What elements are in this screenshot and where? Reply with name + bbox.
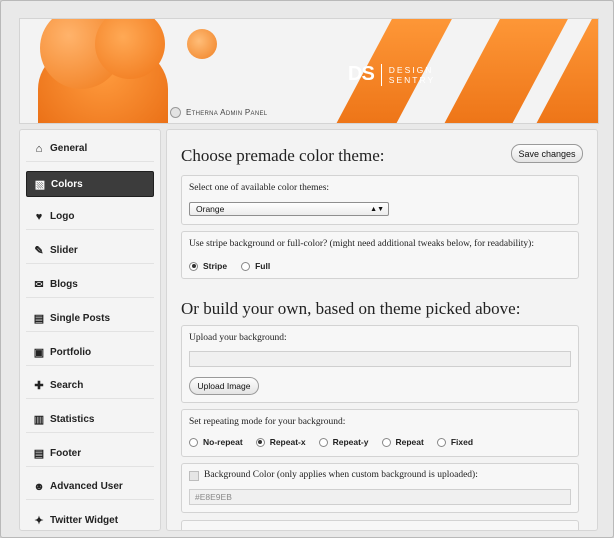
page-title: Choose premade color theme: — [181, 146, 385, 165]
save-changes-button[interactable]: Save changes — [511, 144, 583, 163]
sidebar-item-label: Footer — [50, 448, 82, 459]
sidebar-item-footer[interactable]: ▤ Footer — [26, 441, 154, 467]
repeat-mode-box: Set repeating mode for your background: … — [181, 409, 579, 457]
stripe-choice-label: Use stripe background or full-color? (mi… — [189, 239, 534, 249]
user-icon: ☻ — [33, 480, 45, 493]
sidebar-item-label: Blogs — [50, 279, 78, 290]
image-icon: ▧ — [34, 178, 46, 191]
build-own-title: Or build your own, based on theme picked… — [181, 299, 521, 318]
circle-icon — [170, 107, 181, 118]
header-banner: DS DESIGN SENTRY Etherna Admin Panel — [19, 18, 599, 124]
background-color-field[interactable]: #E8E9EB — [189, 489, 571, 505]
fixed-option[interactable]: Fixed — [436, 437, 474, 447]
radio-button[interactable] — [189, 437, 198, 447]
sidebar-item-search[interactable]: ✚ Search — [26, 373, 154, 399]
sidebar-item-blogs[interactable]: ✉ Blogs — [26, 272, 154, 298]
full-option-label: Full — [255, 261, 271, 271]
main-panel: Choose premade color theme: Save changes… — [166, 129, 598, 531]
theme-select[interactable]: Orange ▲▼ — [189, 202, 389, 216]
stripe-option[interactable]: Stripe — [189, 261, 227, 271]
repeat-x-label: Repeat-x — [269, 437, 306, 447]
no-repeat-label: No-repeat — [203, 437, 243, 447]
heart-icon: ♥ — [35, 210, 43, 223]
repeat-label: Repeat — [395, 437, 424, 447]
repeat-y-label: Repeat-y — [332, 437, 369, 447]
sidebar-item-twitter-widget[interactable]: ✦ Twitter Widget — [26, 508, 154, 530]
document-icon: ▤ — [33, 448, 45, 460]
theme-select-label: Select one of available color themes: — [189, 183, 330, 193]
sidebar-item-label: Advanced User — [50, 481, 123, 492]
stripe-option-label: Stripe — [203, 261, 228, 271]
repeat-x-option[interactable]: Repeat-x — [255, 437, 306, 447]
sidebar-item-portfolio[interactable]: ▣ Portfolio — [26, 340, 154, 366]
stripe-choice-box: Use stripe background or full-color? (mi… — [181, 231, 579, 279]
sidebar-item-label: Logo — [50, 211, 75, 222]
radio-button[interactable] — [381, 437, 391, 447]
sidebar-item-label: Statistics — [50, 414, 95, 425]
decorative-circle — [187, 29, 217, 59]
sidebar-item-slider[interactable]: ✎ Slider — [26, 238, 154, 264]
background-url-field[interactable] — [189, 351, 571, 367]
logo-text: DESIGN SENTRY — [389, 65, 435, 85]
no-repeat-option[interactable]: No-repeat — [189, 437, 243, 447]
upload-box: Upload your background: Upload Image — [181, 325, 579, 403]
radio-button-checked[interactable] — [255, 437, 265, 447]
sidebar-item-statistics[interactable]: ▥ Statistics — [26, 407, 154, 433]
admin-window: DS DESIGN SENTRY Etherna Admin Panel ⌂ G… — [0, 0, 614, 538]
chevron-updown-icon: ▲▼ — [370, 205, 384, 213]
sidebar-item-label: Slider — [50, 245, 78, 256]
sidebar-item-label: General — [50, 143, 88, 154]
fixed-label: Fixed — [450, 437, 474, 447]
sidebar-item-advanced-user[interactable]: ☻ Advanced User — [26, 474, 154, 500]
theme-select-value: Orange — [196, 204, 225, 214]
stripe-choice-options: Stripe Full — [189, 261, 270, 271]
document-icon: ▤ — [33, 313, 45, 325]
logo-divider — [380, 63, 382, 86]
background-color-box: Background Color (only applies when cust… — [181, 463, 579, 513]
admin-panel-label: Etherna Admin Panel — [170, 107, 267, 118]
brand-logo: DS DESIGN SENTRY — [348, 63, 435, 86]
radio-button[interactable] — [241, 261, 251, 271]
sidebar-item-label: Colors — [51, 178, 83, 190]
radio-button[interactable] — [436, 437, 446, 447]
theme-select-box: Select one of available color themes: Or… — [181, 175, 579, 225]
bird-icon: ✦ — [34, 515, 44, 527]
sidebar-item-label: Single Posts — [50, 313, 111, 324]
radio-button-checked[interactable] — [189, 261, 198, 271]
logo-text-line1: DESIGN — [388, 64, 434, 75]
radio-button[interactable] — [318, 437, 328, 447]
repeat-y-option[interactable]: Repeat-y — [318, 437, 369, 447]
plus-icon: ✚ — [34, 380, 44, 392]
admin-panel-text: Etherna Admin Panel — [186, 108, 268, 117]
logo-text-line2: SENTRY — [388, 74, 436, 85]
sidebar-item-label: Twitter Widget — [50, 515, 119, 526]
home-icon: ⌂ — [35, 142, 43, 155]
sidebar-item-single-posts[interactable]: ▤ Single Posts — [26, 306, 154, 332]
sidebar-item-general[interactable]: ⌂ General — [26, 136, 154, 162]
pin-icon: ✎ — [34, 245, 44, 257]
sidebar: ⌂ General ▧ Colors ♥ Logo ✎ Slider ✉ Blo… — [19, 129, 161, 531]
logo-mark: DS — [348, 63, 375, 85]
repeat-mode-options: No-repeat Repeat-x Repeat-y Repeat Fixed — [189, 437, 473, 447]
full-option[interactable]: Full — [241, 261, 270, 271]
picture-icon: ▣ — [33, 347, 45, 359]
background-color-checkbox[interactable] — [189, 471, 199, 481]
sidebar-item-logo[interactable]: ♥ Logo — [26, 204, 154, 230]
sidebar-item-colors[interactable]: ▧ Colors — [26, 171, 154, 197]
comments-icon: ✉ — [34, 279, 44, 291]
upload-image-button[interactable]: Upload Image — [189, 377, 259, 395]
bar-chart-icon: ▥ — [33, 414, 45, 426]
repeat-option[interactable]: Repeat — [381, 437, 424, 447]
next-section-box — [181, 520, 579, 530]
background-color-label: Background Color (only applies when cust… — [204, 470, 478, 480]
upload-label: Upload your background: — [189, 333, 287, 343]
sidebar-item-label: Portfolio — [50, 347, 92, 358]
repeat-mode-label: Set repeating mode for your background: — [189, 417, 346, 427]
sidebar-item-label: Search — [50, 380, 84, 391]
